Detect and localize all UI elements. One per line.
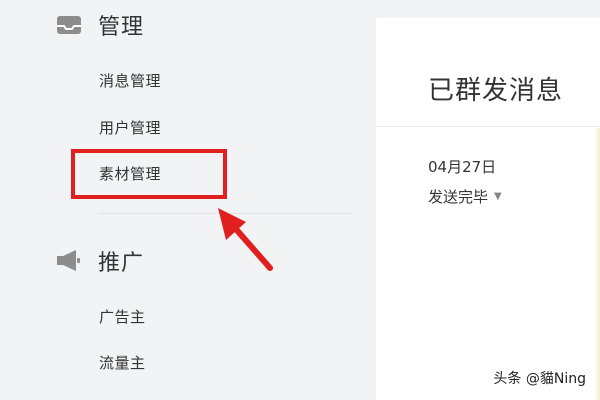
sidebar-item-user-manage[interactable]: 用户管理: [99, 117, 161, 138]
megaphone-icon: [56, 248, 82, 274]
title-divider: [376, 126, 600, 127]
section-promote[interactable]: 推广: [56, 245, 144, 277]
preview-image-edge: [594, 128, 600, 400]
highlight-box: [71, 149, 227, 199]
watermark: 头条 @貓Ning: [493, 371, 586, 387]
section-promote-label: 推广: [98, 251, 145, 276]
page-title: 已群发消息: [428, 76, 564, 106]
main-panel: 已群发消息 04月27日 发送完毕 ▼: [376, 18, 600, 400]
section-manage[interactable]: 管理: [56, 9, 144, 41]
sidebar: 管理 消息管理 用户管理 素材管理 推广 广告主 流量主: [0, 0, 370, 400]
page: 管理 消息管理 用户管理 素材管理 推广 广告主 流量主 已群发消息 04月27…: [0, 0, 600, 400]
sidebar-item-message-manage[interactable]: 消息管理: [99, 70, 161, 91]
chevron-down-icon: ▼: [494, 191, 502, 202]
sidebar-item-advertiser[interactable]: 广告主: [99, 306, 146, 327]
message-date: 04月27日: [428, 158, 497, 176]
section-manage-label: 管理: [98, 15, 145, 40]
inbox-icon: [56, 12, 82, 38]
pointer-arrow-icon: [218, 208, 273, 271]
sidebar-item-traffic-owner[interactable]: 流量主: [99, 352, 146, 373]
status-label: 发送完毕: [428, 188, 489, 206]
status-dropdown[interactable]: 发送完毕 ▼: [428, 186, 502, 207]
